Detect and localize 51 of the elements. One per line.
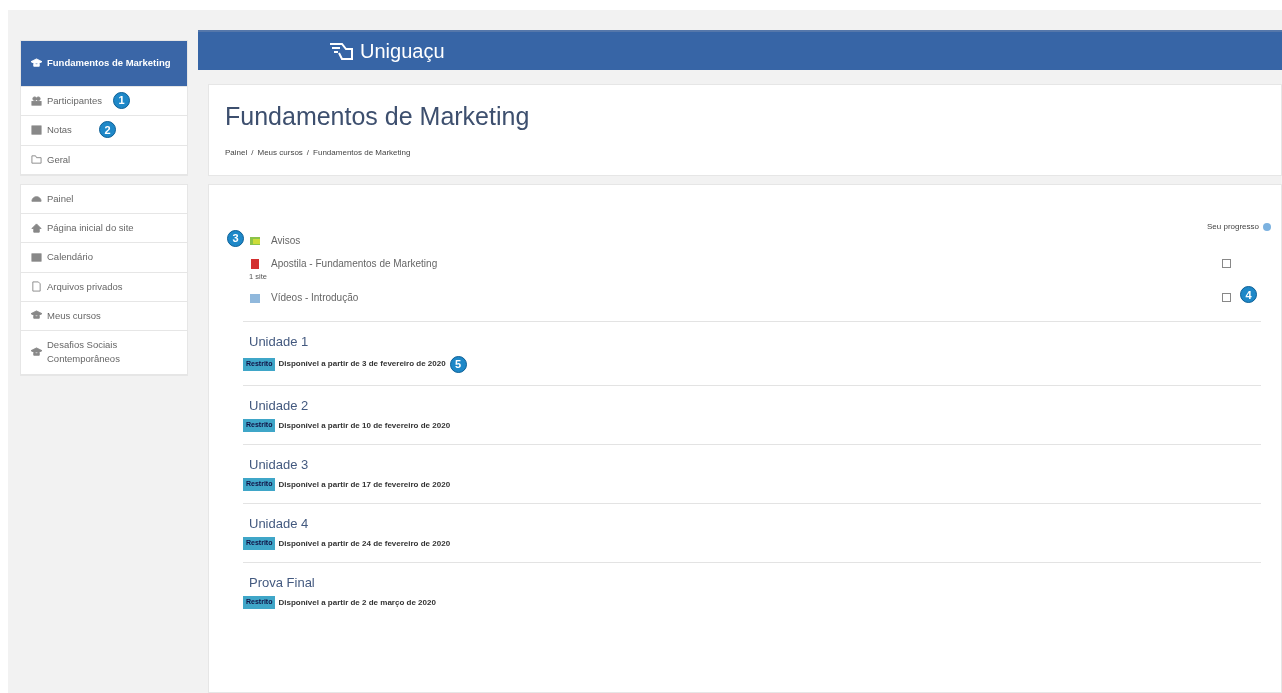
availability-text: Disponível a partir de 3 de fevereiro de 2020 — [278, 358, 446, 371]
activity-link[interactable]: Vídeos - Introdução — [271, 290, 359, 306]
sidebar-item[interactable]: Arquivos privados — [21, 272, 187, 302]
course-title: Fundamentos de Marketing — [225, 101, 531, 131]
completion-checkbox[interactable] — [1222, 259, 1231, 268]
breadcrumb-link[interactable]: Painel — [225, 147, 248, 159]
file-icon — [31, 281, 42, 293]
sidebar-item[interactable]: Calendário — [21, 243, 187, 273]
availability-text: Disponível a partir de 2 de março de 2020 — [278, 596, 436, 609]
progress-label: Seu progresso — [1206, 221, 1259, 233]
help-icon — [1263, 223, 1271, 231]
dashboard-icon — [31, 193, 42, 205]
availability-text: Disponível a partir de 17 de fevereiro de 2020 — [278, 478, 451, 491]
breadcrumb-link[interactable]: Fundamentos de Marketing — [313, 147, 411, 159]
sidebar-item[interactable]: Geral — [21, 145, 187, 175]
brand-name[interactable]: Uniguaçu — [360, 36, 445, 66]
video-icon — [249, 291, 261, 304]
section-title[interactable]: Unidade 2 — [243, 395, 1261, 416]
availability-text: Disponível a partir de 24 de fevereiro de 2020 — [278, 537, 451, 550]
sidebar-item[interactable]: Meus cursos — [21, 301, 187, 331]
breadcrumb-separator: / — [306, 147, 310, 159]
section-title[interactable]: Unidade 3 — [243, 454, 1261, 475]
folder-icon — [31, 154, 42, 166]
graduation-cap-icon — [31, 310, 42, 322]
section-title[interactable]: Unidade 1 — [243, 332, 1261, 352]
users-icon — [31, 95, 42, 107]
callout-marker: 5 — [449, 355, 467, 373]
graduation-cap-icon — [31, 346, 42, 358]
bird-logo-icon — [328, 41, 356, 61]
sidebar-item[interactable]: Página inicial do site — [21, 214, 187, 244]
document-icon — [249, 257, 261, 270]
home-icon — [31, 222, 42, 234]
callout-marker: 1 — [113, 92, 130, 109]
sidebar-item[interactable]: Notas 2 — [21, 116, 187, 146]
section-title[interactable]: Unidade 4 — [243, 513, 1261, 534]
sidebar-item[interactable]: Painel — [21, 184, 187, 214]
activity-link[interactable]: Apostila - Fundamentos de Marketing — [271, 256, 438, 271]
availability-text: Disponível a partir de 10 de fevereiro de 2020 — [278, 419, 451, 432]
graduation-cap-icon — [31, 58, 42, 69]
breadcrumb-link[interactable]: Meus cursos — [257, 147, 303, 159]
sidebar-item[interactable]: Desafios Sociais Contemporâneos — [21, 331, 187, 375]
forum-icon — [249, 234, 261, 247]
completion-checkbox[interactable] — [1222, 293, 1231, 303]
sidebar-item[interactable]: Participantes 1 — [21, 87, 187, 117]
callout-marker: 2 — [99, 121, 116, 139]
activity-link[interactable]: Avisos — [271, 233, 301, 248]
section-title[interactable]: Prova Final — [243, 572, 1261, 593]
callout-marker: 4 — [1240, 286, 1257, 304]
breadcrumb-separator: / — [251, 147, 254, 159]
callout-marker: 3 — [227, 230, 244, 247]
sidebar-item[interactable]: Fundamentos de Marketing — [21, 41, 187, 87]
